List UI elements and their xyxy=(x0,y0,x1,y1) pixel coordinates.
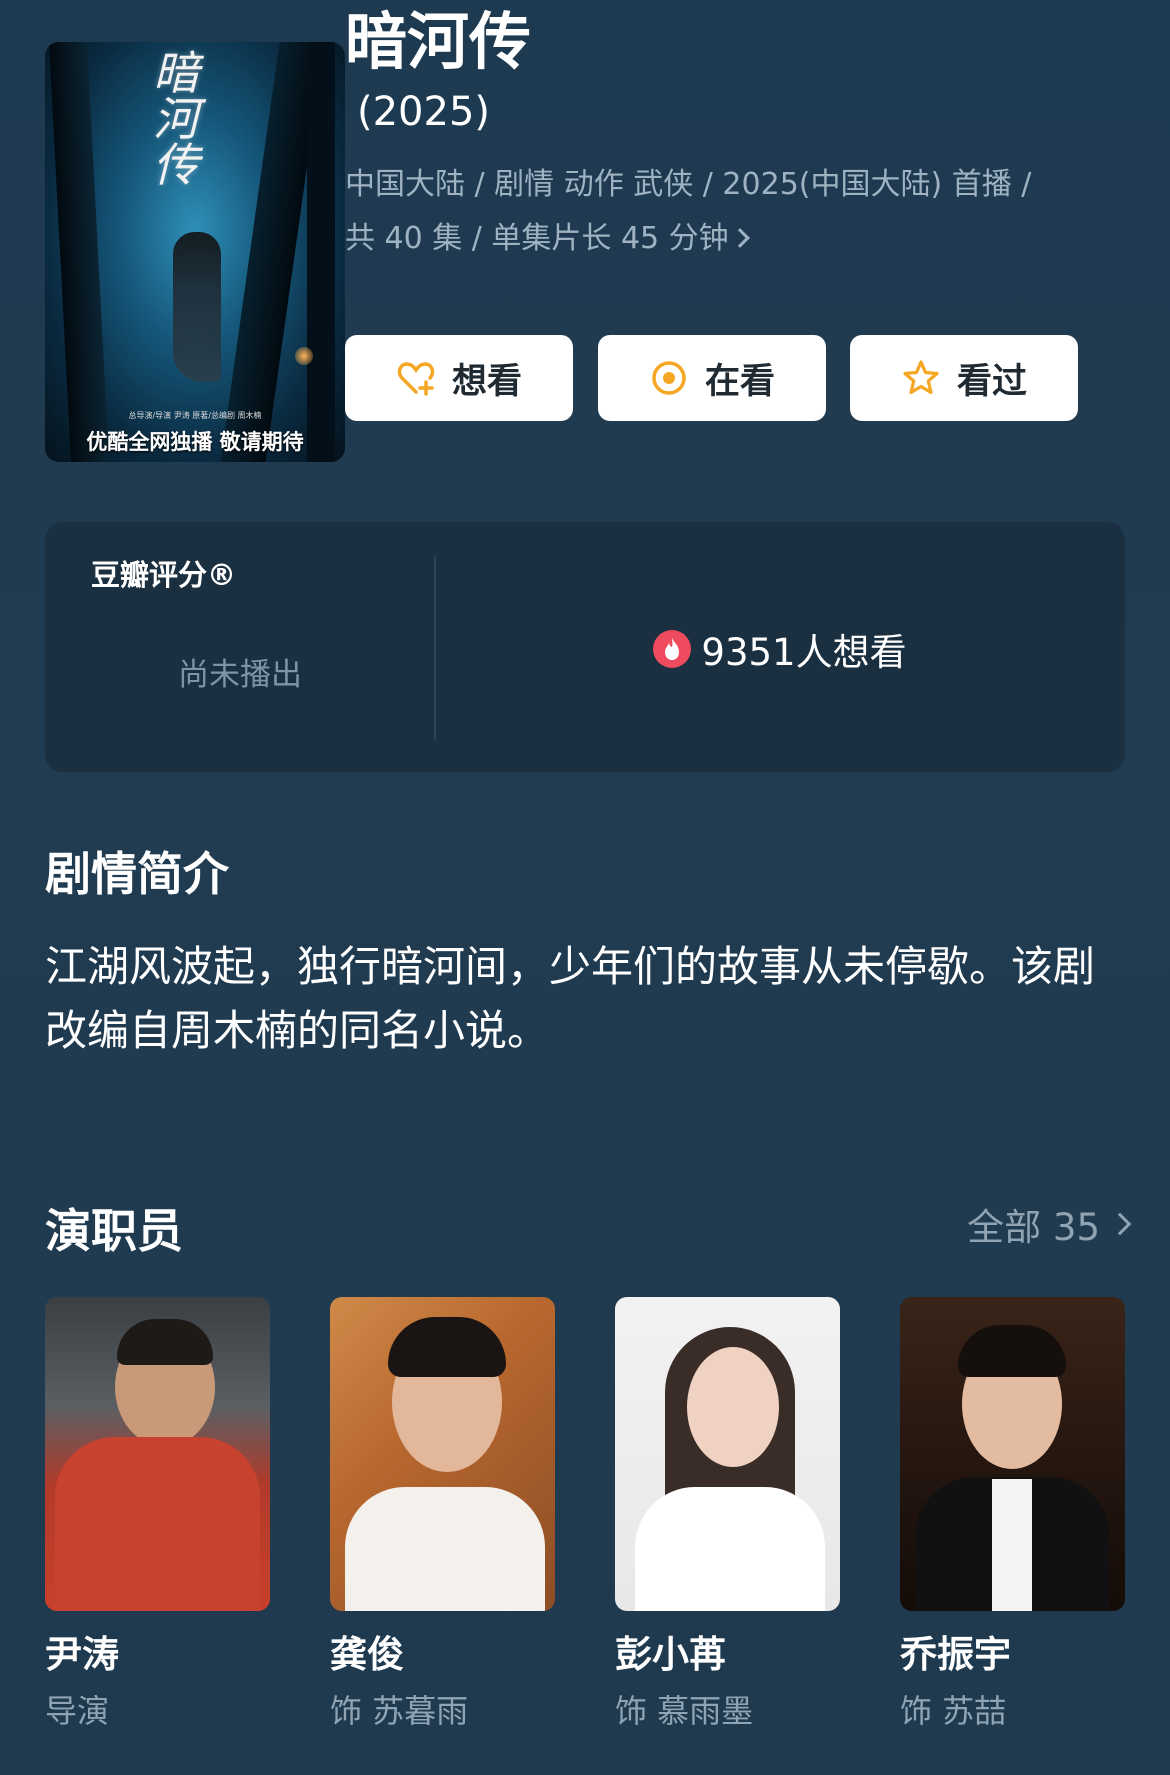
watched-button[interactable]: 看过 xyxy=(850,335,1078,421)
watching-button[interactable]: 在看 xyxy=(598,335,826,421)
cast-role: 饰 苏喆 xyxy=(900,1692,1007,1730)
cast-photo xyxy=(900,1297,1125,1611)
heart-plus-icon xyxy=(396,358,436,398)
chevron-right-icon xyxy=(1108,1212,1132,1236)
watched-label: 看过 xyxy=(956,361,1027,402)
meta-line-1: 中国大陆 / 剧情 动作 武侠 / 2025(中国大陆) 首播 / xyxy=(345,167,1032,202)
show-meta[interactable]: 中国大陆 / 剧情 动作 武侠 / 2025(中国大陆) 首播 / 共 40 集… xyxy=(345,158,1065,266)
cast-heading: 演职员 xyxy=(45,1204,183,1258)
photo-hair-shape xyxy=(388,1317,506,1377)
wish-count: 9351人想看 xyxy=(435,622,1125,676)
want-to-watch-button[interactable]: 想看 xyxy=(345,335,573,421)
cast-card[interactable]: 彭小苒 饰 慕雨墨 xyxy=(615,1297,840,1731)
target-icon xyxy=(649,358,689,398)
wish-count-text: 9351人想看 xyxy=(701,631,907,674)
watching-label: 在看 xyxy=(704,361,775,402)
photo-hair-shape xyxy=(117,1319,213,1365)
poster-image[interactable]: 暗河传 总导演/导演 尹涛 原著/总编剧 周木楠 优酷全网独播 敬请期待 xyxy=(45,42,345,462)
photo-hair-shape xyxy=(958,1325,1066,1377)
show-year: (2025) xyxy=(357,89,491,135)
rating-panel[interactable]: 豆瓣评分® 尚未播出 9351人想看 xyxy=(45,522,1125,772)
poster-tree-far-right xyxy=(307,42,335,462)
photo-body-shape xyxy=(55,1437,260,1611)
meta-line-2-wrap: 共 40 集 / 单集片长 45 分钟 xyxy=(345,212,1065,266)
photo-shirt-shape xyxy=(992,1479,1032,1611)
show-title: 暗河传 xyxy=(345,5,532,78)
cast-card[interactable]: 龚俊 饰 苏暮雨 xyxy=(330,1297,555,1731)
cast-name: 彭小苒 xyxy=(615,1633,726,1676)
cast-card[interactable]: 乔振宇 饰 苏喆 xyxy=(900,1297,1125,1731)
photo-body-shape xyxy=(635,1487,825,1611)
cast-name: 龚俊 xyxy=(330,1633,404,1676)
meta-line-2: 共 40 集 / 单集片长 45 分钟 xyxy=(345,221,729,256)
synopsis-text[interactable]: 江湖风波起，独行暗河间，少年们的故事从未停歇。该剧改编自周木楠的同名小说。 xyxy=(45,935,1135,1063)
photo-body-shape xyxy=(345,1487,545,1611)
poster-credits: 总导演/导演 尹涛 原著/总编剧 周木楠 xyxy=(128,411,262,420)
poster-slogan: 优酷全网独播 敬请期待 xyxy=(86,430,304,454)
cast-photo xyxy=(615,1297,840,1611)
cast-photo xyxy=(45,1297,270,1611)
rating-status: 尚未播出 xyxy=(178,657,302,693)
poster-figure xyxy=(173,232,221,382)
synopsis-heading: 剧情简介 xyxy=(45,847,229,901)
photo-head-shape xyxy=(687,1347,779,1467)
cast-card[interactable]: 尹涛 导演 xyxy=(45,1297,270,1731)
poster-title-art: 暗河传 xyxy=(153,46,199,192)
cast-all-link[interactable]: 全部 35 xyxy=(967,1197,1132,1251)
cast-name: 乔振宇 xyxy=(900,1633,1011,1676)
poster-lantern-glow xyxy=(295,347,313,365)
cast-role: 导演 xyxy=(45,1692,110,1730)
cast-role: 饰 慕雨墨 xyxy=(615,1692,754,1730)
cast-name: 尹涛 xyxy=(45,1633,119,1676)
cast-all-label: 全部 35 xyxy=(967,1206,1100,1249)
poster-tree-left xyxy=(48,42,110,462)
cast-photo xyxy=(330,1297,555,1611)
want-to-watch-label: 想看 xyxy=(451,361,522,402)
star-icon xyxy=(901,358,941,398)
rating-label: 豆瓣评分® xyxy=(91,558,237,592)
cast-role: 饰 苏暮雨 xyxy=(330,1692,469,1730)
chevron-right-icon xyxy=(729,228,750,248)
fire-icon xyxy=(653,630,692,668)
